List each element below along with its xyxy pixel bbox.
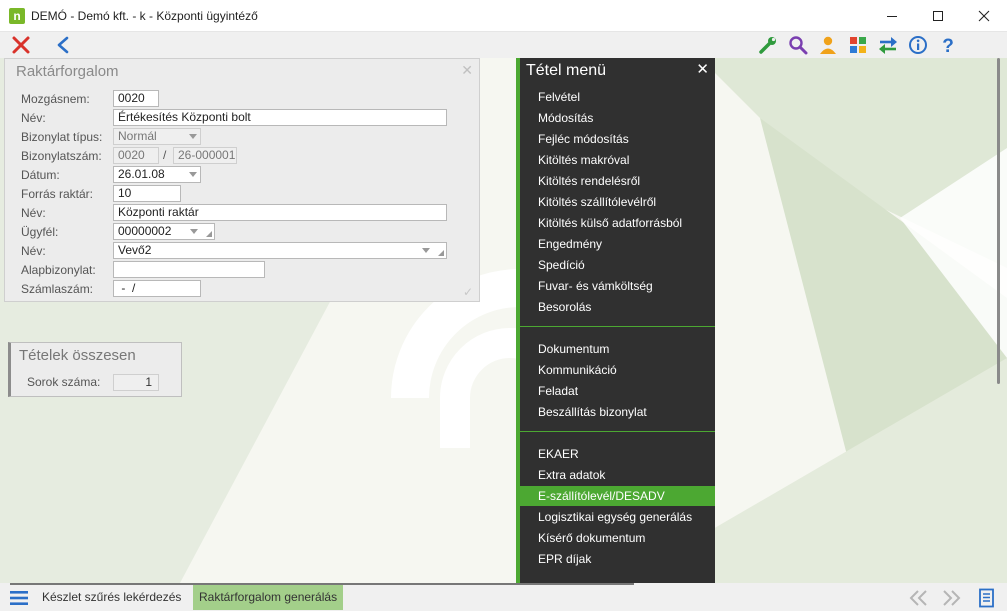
menu-item-kisero-dokumentum[interactable]: Kísérő dokumentum [520,528,715,548]
alapbizonylat-label: Alapbizonylat: [21,263,96,277]
document-list-icon[interactable] [978,587,996,609]
bizonylatszam-label: Bizonylatszám: [21,149,102,163]
close-window-icon [978,10,990,22]
window-title: DEMÓ - Demó kft. - k - Központi ügyintéz… [31,8,258,23]
resize-grip-icon [438,250,444,256]
toolbar: ? [0,32,1007,58]
nev3-value: Vevő2 [118,243,152,257]
datum-input[interactable]: 26.01.08 [113,166,201,183]
forras-raktar-input[interactable]: 10 [113,185,181,202]
rows-count-value: 1 [113,374,159,391]
nev2-input[interactable]: Központi raktár [113,204,447,221]
panel-title: Raktárforgalom [16,63,119,80]
wrench-icon[interactable] [753,32,783,58]
rows-count-label: Sorok száma: [27,375,101,389]
back-icon[interactable] [48,32,78,58]
ugyfel-label: Ügyfél: [21,225,59,239]
menu-item-fejlec-modositas[interactable]: Fejléc módosítás [520,129,715,149]
maximize-icon [933,11,943,21]
user-icon[interactable] [813,32,843,58]
menu-title: Tétel menü [526,62,607,79]
datum-value: 26.01.08 [118,167,165,181]
menu-item-logisztikai-egyseg-generalas[interactable]: Logisztikai egység generálás [520,507,715,527]
mozgasnem-label: Mozgásnem: [21,92,90,106]
menu-separator [520,326,715,327]
main-area: Raktárforgalom ✕ Mozgásnem: 0020 Név: Ér… [0,58,1007,583]
bizonylat-tipus-value: Normál [118,129,157,143]
chevron-down-icon [189,172,197,177]
ugyfel-input[interactable]: 00000002 [113,223,215,240]
tab-raktarforgalom-generalas[interactable]: Raktárforgalom generálás [193,585,344,610]
check-icon: ✓ [462,285,473,299]
panel-close-icon[interactable]: ✕ [461,62,473,79]
hamburger-menu-icon[interactable] [8,587,30,609]
swap-icon[interactable] [873,32,903,58]
info-icon[interactable] [903,32,933,58]
resize-grip-icon [206,231,212,237]
bizonylatszam-separator: / [163,148,167,162]
search-icon[interactable] [783,32,813,58]
chevron-down-icon [422,248,430,253]
menu-item-fuvar-vamkoltseg[interactable]: Fuvar- és vámköltség [520,276,715,296]
menu-close-icon[interactable]: ✕ [696,60,709,78]
menu-item-kitoltes-szallitolevelrol[interactable]: Kitöltés szállítólevélről [520,192,715,212]
totals-panel: Tételek összesen Sorok száma: 1 [8,342,182,397]
bizonylat-tipus-label: Bizonylat típus: [21,130,103,144]
menu-item-engedmeny[interactable]: Engedmény [520,234,715,254]
chevron-down-icon [189,134,197,139]
nev1-label: Név: [21,111,46,125]
szamlaszam-input[interactable]: - / [113,280,201,297]
maximize-button[interactable] [915,0,961,32]
app-logo-icon: n [9,7,25,24]
menu-item-kommunikacio[interactable]: Kommunikáció [520,360,715,380]
menu-item-beszallitas-bizonylat[interactable]: Beszállítás bizonylat [520,402,715,422]
bizonylat-tipus-select[interactable]: Normál [113,128,201,145]
svg-text:?: ? [942,36,954,55]
minimize-icon [887,16,897,17]
bizonylatszam-number-input: 26-000001 [173,147,237,164]
szamlaszam-label: Számlaszám: [21,282,94,296]
menu-item-spedicio[interactable]: Spedíció [520,255,715,275]
menu-item-ekaer[interactable]: EKAER [520,444,715,464]
menu-item-besorolas[interactable]: Besorolás [520,297,715,317]
totals-title: Tételek összesen [19,347,136,364]
menu-item-extra-adatok[interactable]: Extra adatok [520,465,715,485]
nev1-input[interactable]: Értékesítés Központi bolt [113,109,447,126]
menu-item-e-szallitolevel-desadv[interactable]: E-szállítólevél/DESADV [520,486,715,506]
item-menu: Tétel menü ✕ Felvétel Módosítás Fejléc m… [516,58,715,583]
minimize-button[interactable] [869,0,915,32]
close-icon[interactable] [6,32,36,58]
ugyfel-value: 00000002 [118,224,172,238]
nev3-label: Név: [21,244,46,258]
bizonylatszam-prefix-input: 0020 [113,147,159,164]
menu-item-felvetel[interactable]: Felvétel [520,87,715,107]
datum-label: Dátum: [21,168,60,182]
chevron-down-icon [190,229,198,234]
menu-item-feladat[interactable]: Feladat [520,381,715,401]
menu-item-kitoltes-kulso-adatforrasbol[interactable]: Kitöltés külső adatforrásból [520,213,715,233]
forras-raktar-label: Forrás raktár: [21,187,94,201]
menu-item-dokumentum[interactable]: Dokumentum [520,339,715,359]
nev3-input[interactable]: Vevő2 [113,242,447,259]
tab-keszlet-szures-lekerdezes[interactable]: Készlet szűrés lekérdezés [36,585,187,610]
mozgasnem-input[interactable]: 0020 [113,90,159,107]
raktarforgalom-panel: Raktárforgalom ✕ Mozgásnem: 0020 Név: Ér… [4,58,480,302]
menu-item-kitoltes-makroval[interactable]: Kitöltés makróval [520,150,715,170]
previous-page-icon[interactable] [906,587,930,609]
menu-item-kitoltes-rendelesrol[interactable]: Kitöltés rendelésről [520,171,715,191]
window-controls [869,0,1007,32]
bottom-bar: Készlet szűrés lekérdezés Raktárforgalom… [0,583,1007,611]
next-page-icon[interactable] [940,587,964,609]
title-bar: n DEMÓ - Demó kft. - k - Központi ügyint… [0,0,1007,32]
apps-icon[interactable] [843,32,873,58]
close-window-button[interactable] [961,0,1007,32]
nev2-label: Név: [21,206,46,220]
vertical-scrollbar[interactable] [997,58,1000,384]
menu-item-modositas[interactable]: Módosítás [520,108,715,128]
alapbizonylat-input[interactable] [113,261,265,278]
menu-separator [520,431,715,432]
help-icon[interactable]: ? [933,32,963,58]
menu-item-epr-dijak[interactable]: EPR díjak [520,549,715,569]
